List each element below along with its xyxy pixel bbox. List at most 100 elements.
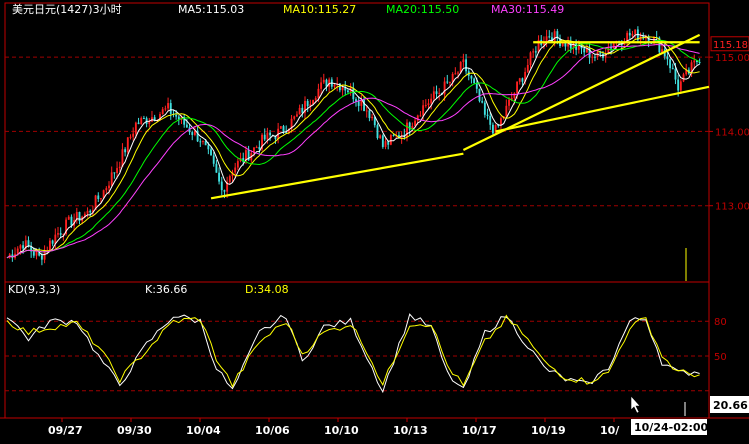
ma5-readout: MA5:115.03	[178, 3, 244, 16]
candle-body	[317, 88, 320, 99]
candle-body	[22, 245, 25, 249]
candle-body	[70, 216, 73, 226]
candle-body	[384, 141, 387, 147]
candle-body	[212, 155, 215, 164]
candle-body	[140, 118, 143, 125]
candle-body	[86, 210, 89, 214]
candle-body	[258, 147, 261, 150]
candle-body	[269, 132, 272, 136]
candle-body	[266, 132, 269, 140]
candle-body	[553, 31, 556, 43]
candle-body	[679, 81, 682, 91]
kd-tick-highlight: 20.66	[713, 399, 748, 412]
candle-body	[446, 81, 449, 83]
x-tick-label: 10/17	[462, 424, 497, 437]
candle-body	[110, 172, 113, 186]
mouse-cursor-icon	[630, 395, 641, 414]
candle-body	[516, 81, 519, 94]
kd-axis: 80 50 20.66	[710, 317, 749, 413]
candle-body	[137, 122, 140, 125]
candle-body	[16, 248, 19, 254]
candle-body	[108, 185, 110, 189]
candle-body	[347, 90, 349, 93]
candle-body	[671, 68, 674, 70]
candle-body	[451, 73, 454, 82]
candle-body	[432, 91, 435, 99]
candle-body	[333, 84, 336, 87]
candle-body	[306, 101, 309, 107]
candle-body	[57, 233, 59, 235]
candle-body	[215, 163, 218, 173]
candle-body	[97, 195, 100, 200]
candle-body	[532, 51, 535, 53]
candle-body	[116, 168, 119, 174]
candle-body	[591, 56, 594, 58]
ma10-line	[6, 36, 700, 259]
candle-body	[419, 115, 422, 117]
candle-body	[548, 36, 551, 38]
candle-body	[677, 79, 680, 91]
ma20-readout: MA20:115.50	[386, 3, 459, 16]
ma30-readout: MA30:115.49	[491, 3, 564, 16]
symbol-title: 美元日元(1427)3小时	[12, 3, 122, 16]
x-tick-label: 10/04	[186, 424, 221, 437]
ma20-line	[6, 39, 700, 259]
candle-body	[35, 251, 38, 256]
price-tick-label: 113.00	[715, 202, 749, 213]
candle-body	[134, 122, 137, 134]
candle-body	[449, 81, 451, 83]
candle-body	[534, 51, 537, 53]
candle-body	[118, 166, 121, 169]
kd-tick-label: 50	[714, 352, 727, 363]
candle-body	[435, 91, 438, 94]
kd-tick-label: 80	[714, 317, 727, 328]
candle-body	[365, 110, 368, 112]
candle-body	[191, 132, 194, 135]
candle-body	[457, 72, 459, 74]
candle-body	[210, 149, 212, 156]
kd-indicator-lines	[6, 313, 700, 394]
candle-body	[298, 107, 301, 115]
candle-body	[301, 107, 304, 113]
x-tick-label: 09/27	[48, 424, 83, 437]
x-axis-labels: 09/27 09/30 10/04 10/06 10/10 10/13 10/17 10/19…	[48, 418, 620, 437]
candle-body	[105, 188, 108, 191]
candle-body	[255, 147, 258, 149]
forex-chart[interactable]: 美元日元(1427)3小时 MA5:115.03 MA10:115.27 MA2…	[0, 0, 749, 444]
trendline[interactable]	[495, 85, 710, 133]
candle-body	[19, 245, 22, 249]
candle-body	[669, 59, 672, 69]
candle-body	[220, 181, 223, 191]
candle-body	[430, 98, 433, 104]
x-tick-label: 10/19	[531, 424, 566, 437]
candle-body	[610, 47, 612, 49]
candle-body	[51, 240, 54, 244]
candle-body	[282, 126, 285, 133]
candle-body	[100, 198, 102, 200]
candle-body	[78, 212, 81, 222]
candle-body	[381, 135, 384, 147]
candle-body	[132, 133, 135, 137]
candle-body	[462, 59, 465, 63]
candle-body	[478, 88, 481, 102]
candle-body	[234, 167, 237, 173]
candle-body	[693, 60, 696, 63]
candle-body	[631, 34, 634, 36]
candle-body	[161, 109, 164, 115]
kd-panel-frame	[4, 281, 710, 419]
candle-body	[424, 104, 427, 106]
x-tick-label: 10/	[600, 424, 620, 437]
candle-body	[416, 115, 419, 121]
candle-body	[295, 114, 298, 117]
candle-body	[698, 62, 701, 64]
candle-body	[167, 103, 170, 109]
price-axis: 115.18 115.00 114.00 113.00	[709, 36, 749, 213]
candle-body	[508, 99, 510, 106]
candle-body	[529, 52, 532, 66]
candle-body	[59, 233, 62, 235]
trendlines	[210, 33, 710, 200]
candle-body	[379, 135, 382, 139]
candle-body	[126, 137, 129, 153]
candle-body	[682, 74, 685, 82]
x-tick-label: 09/30	[117, 424, 152, 437]
